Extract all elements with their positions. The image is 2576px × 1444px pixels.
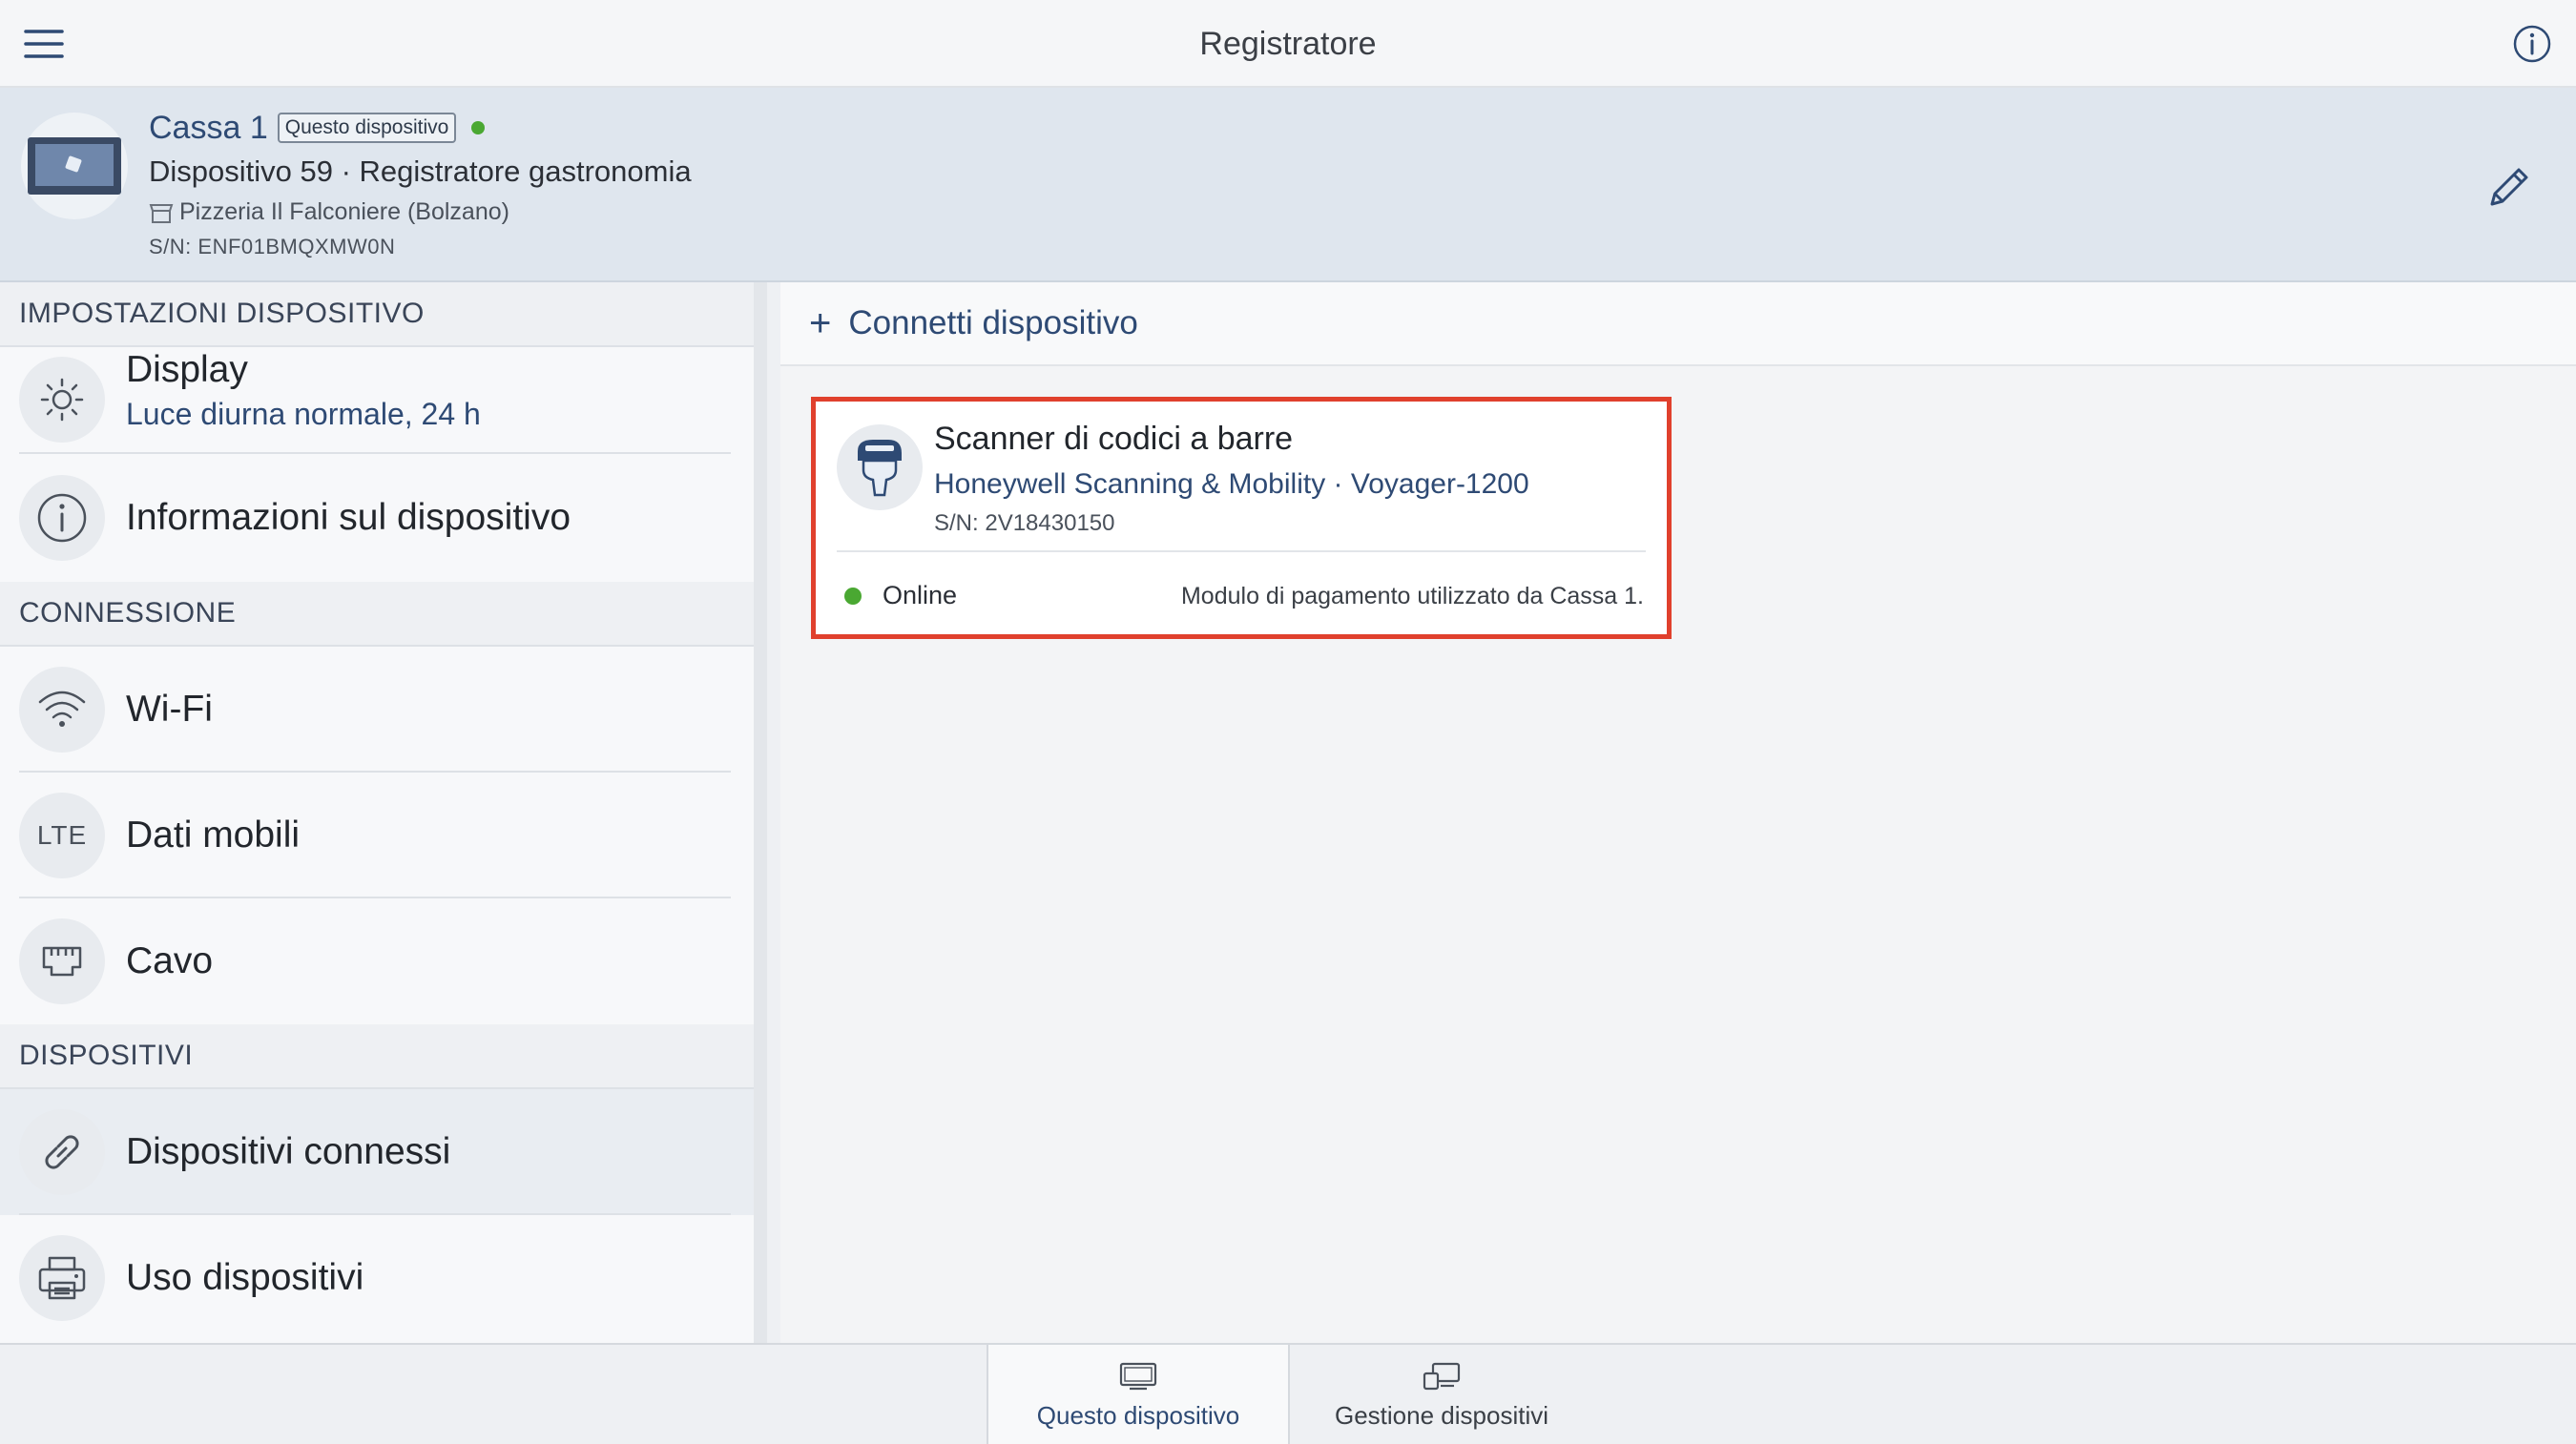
connected-devices-panel: + Connetti dispositivo Scanner di codici… <box>780 282 2576 1343</box>
device-name-row: Cassa 1 Questo dispositivo <box>149 107 486 149</box>
section-header-device-settings: IMPOSTAZIONI DISPOSITIVO <box>0 282 754 347</box>
info-circle-icon <box>19 475 105 561</box>
hamburger-menu-icon[interactable] <box>17 19 71 69</box>
section-header-devices: DISPOSITIVI <box>0 1024 754 1089</box>
sidebar-item-label: Wi-Fi <box>126 689 213 730</box>
sidebar-item-device-usage[interactable]: Uso dispositivi <box>0 1215 754 1341</box>
device-location-text: Pizzeria Il Falconiere (Bolzano) <box>179 198 509 225</box>
sidebar-item-cable[interactable]: Cavo <box>0 898 754 1024</box>
connect-device-label: Connetti dispositivo <box>848 304 1138 341</box>
sidebar-item-label: Cavo <box>126 940 214 981</box>
device-model: Dispositivo 59 · Registratore gastronomi… <box>149 155 692 188</box>
device-name: Cassa 1 <box>149 109 268 146</box>
tab-this-device[interactable]: Questo dispositivo <box>987 1345 1290 1444</box>
device-card-title: Scanner di codici a barre <box>934 421 1294 457</box>
tab-label: Questo dispositivo <box>1036 1400 1240 1430</box>
sidebar-item-label: Display <box>126 349 248 390</box>
sidebar-item-display[interactable]: Display Luce diurna normale, 24 h <box>0 347 754 454</box>
sidebar-item-mobile-data[interactable]: LTE Dati mobili <box>0 773 754 898</box>
lte-icon-text: LTE <box>36 820 88 850</box>
sidebar-item-label: Informazioni sul dispositivo <box>126 497 571 538</box>
sidebar-item-label: Dati mobili <box>126 815 301 856</box>
status-dot <box>471 121 486 134</box>
device-header: Cassa 1 Questo dispositivo Dispositivo 5… <box>0 88 2576 282</box>
sidebar-item-label: Dispositivi connessi <box>126 1131 451 1172</box>
this-device-badge: Questo dispositivo <box>277 113 457 143</box>
barcode-scanner-icon <box>837 424 923 510</box>
online-status-dot <box>844 587 862 605</box>
link-icon <box>19 1109 105 1195</box>
ethernet-icon <box>19 918 105 1004</box>
tab-label: Gestione dispositivi <box>1335 1400 1548 1430</box>
device-card-barcode-scanner[interactable]: Scanner di codici a barre Honeywell Scan… <box>811 397 1672 639</box>
connect-device-button[interactable]: + Connetti dispositivo <box>780 282 2576 366</box>
top-bar: Registratore <box>0 0 2576 88</box>
page-title: Registratore <box>1199 26 1377 62</box>
store-icon <box>149 203 174 223</box>
sidebar-item-device-info[interactable]: Informazioni sul dispositivo <box>0 454 754 582</box>
device-card-status: Online <box>844 581 957 610</box>
device-card-manufacturer: Honeywell Scanning & Mobility · Voyager-… <box>934 468 1529 500</box>
device-serial: S/N: ENF01BMQXMW0N <box>149 235 396 258</box>
sidebar-item-wifi[interactable]: Wi-Fi <box>0 647 754 773</box>
wifi-icon <box>19 667 105 753</box>
device-card-note: Modulo di pagamento utilizzato da Cassa … <box>1180 583 1644 609</box>
device-location: Pizzeria Il Falconiere (Bolzano) <box>149 198 509 226</box>
device-card-divider <box>837 550 1646 552</box>
bottom-tab-bar: Questo dispositivo Gestione dispositivi <box>0 1343 2576 1444</box>
monitor-icon <box>1119 1362 1157 1390</box>
device-card-status-text: Online <box>883 581 958 609</box>
devices-icon <box>1423 1362 1461 1390</box>
register-icon <box>21 113 128 219</box>
sidebar-item-label: Uso dispositivi <box>126 1257 364 1298</box>
sidebar-item-connected-devices[interactable]: Dispositivi connessi <box>0 1089 754 1215</box>
device-card-serial: S/N: 2V18430150 <box>934 510 1115 536</box>
tab-device-management[interactable]: Gestione dispositivi <box>1290 1345 1593 1444</box>
edit-pencil-icon[interactable] <box>2481 158 2538 216</box>
info-icon[interactable] <box>2507 19 2557 69</box>
section-header-connection: CONNESSIONE <box>0 582 754 647</box>
sidebar-item-sublabel: Luce diurna normale, 24 h <box>126 397 481 431</box>
plus-icon: + <box>809 302 832 344</box>
lte-icon: LTE <box>19 793 105 878</box>
settings-sidebar: IMPOSTAZIONI DISPOSITIVO Display Luce di… <box>0 282 767 1343</box>
sun-icon <box>19 357 105 443</box>
printer-icon <box>19 1235 105 1321</box>
